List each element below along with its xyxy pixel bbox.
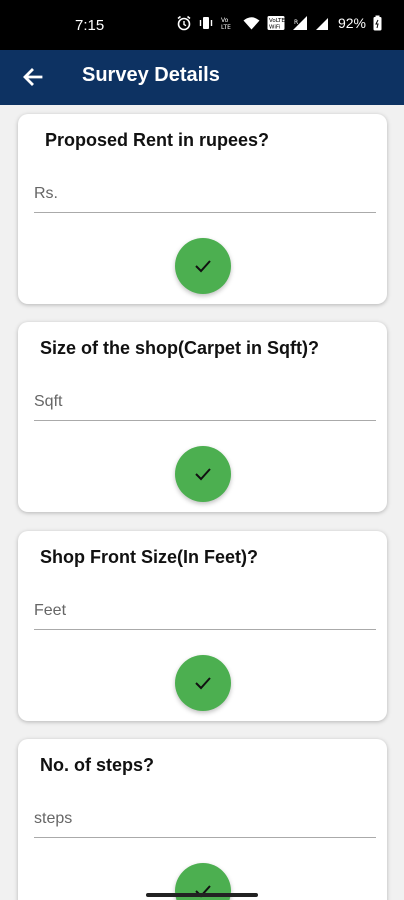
vibrate-icon: [199, 15, 213, 31]
alarm-icon: [176, 15, 192, 31]
status-time: 7:15: [75, 17, 105, 34]
check-icon: [195, 885, 211, 898]
home-indicator[interactable]: [146, 893, 258, 897]
question-label: No. of steps?: [40, 755, 155, 775]
check-icon: [195, 468, 211, 481]
submit-shop-size-button[interactable]: [175, 446, 231, 502]
check-icon: [195, 260, 211, 273]
check-icon: [195, 677, 211, 690]
question-card-shop-size: Size of the shop(Carpet in Sqft)?: [18, 322, 387, 512]
svg-text:LTE: LTE: [221, 24, 231, 31]
volte-icon: Vo LTE: [220, 15, 236, 31]
signal-icon: R: [292, 15, 308, 31]
submit-rent-button[interactable]: [175, 238, 231, 294]
status-bar: 7:15 Vo LTE VoLTE WiFi R 92%: [0, 0, 404, 50]
status-icons: Vo LTE VoLTE WiFi R 92%: [176, 15, 382, 31]
arrow-back-icon[interactable]: [20, 64, 46, 90]
battery-icon: [373, 15, 382, 31]
question-card-steps: No. of steps?: [18, 739, 387, 900]
question-label: Size of the shop(Carpet in Sqft)?: [40, 338, 319, 358]
steps-input[interactable]: [34, 801, 376, 838]
app-bar: Survey Details: [0, 50, 404, 105]
svg-text:WiFi: WiFi: [269, 25, 281, 31]
svg-text:Vo: Vo: [221, 17, 229, 24]
signal-icon-2: [315, 15, 329, 31]
battery-percent: 92%: [337, 15, 366, 31]
svg-text:R: R: [294, 19, 298, 26]
front-size-input[interactable]: [34, 593, 376, 630]
page-title: Survey Details: [82, 64, 220, 86]
shop-size-input[interactable]: [34, 384, 376, 421]
survey-question-list[interactable]: Proposed Rent in rupees? Size of the sho…: [0, 105, 404, 900]
svg-text:VoLTE: VoLTE: [269, 18, 285, 24]
rent-input[interactable]: [34, 176, 376, 213]
volte-icon-2: VoLTE WiFi: [267, 15, 285, 31]
question-label: Shop Front Size(In Feet)?: [40, 547, 258, 567]
question-card-rent: Proposed Rent in rupees?: [18, 114, 387, 304]
wifi-icon: [243, 16, 260, 30]
submit-front-size-button[interactable]: [175, 655, 231, 711]
question-card-front-size: Shop Front Size(In Feet)?: [18, 531, 387, 721]
question-label: Proposed Rent in rupees?: [45, 130, 270, 150]
